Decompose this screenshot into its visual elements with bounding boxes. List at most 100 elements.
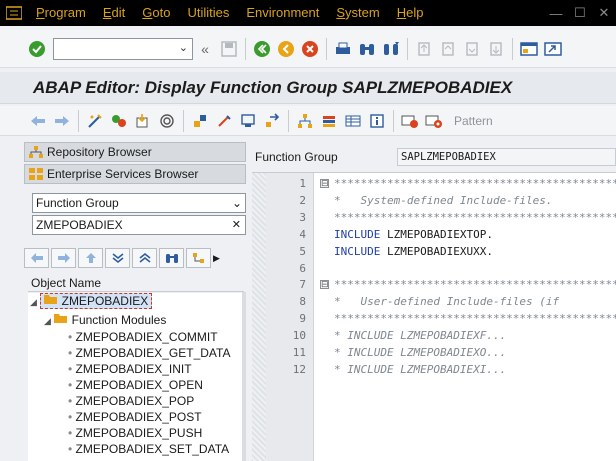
enter-icon[interactable] (26, 38, 48, 60)
list-item[interactable]: • ZMEPOBADIEX_COMMIT (68, 329, 218, 345)
menu-goto[interactable]: Goto (134, 0, 179, 26)
forward-arrow-icon[interactable] (51, 110, 73, 132)
code-editor[interactable]: 1 ⊟ **************************************… (252, 172, 616, 461)
editor-pane: Function Group SAPLZMEPOBADIEX 1 ⊟ *******… (252, 146, 616, 461)
toolbar-separator (393, 109, 394, 132)
hierarchy-icon[interactable] (294, 110, 316, 132)
function-module-label: ZMEPOBADIEX_POST (75, 410, 202, 424)
toolbar-separator (326, 37, 327, 60)
pretty-printer-icon[interactable] (213, 110, 235, 132)
check-icon[interactable] (132, 110, 154, 132)
hierarchy-button[interactable] (186, 248, 211, 268)
line-number: 9 (299, 312, 306, 326)
menu-system[interactable]: System (328, 0, 388, 26)
sap-menu-icon[interactable] (0, 0, 28, 26)
save-icon[interactable] (218, 38, 240, 60)
list-item[interactable]: • ZMEPOBADIEX_SET_DATA (68, 441, 229, 457)
close-window-button[interactable]: ✕ (592, 0, 616, 26)
display-change-icon[interactable] (84, 110, 106, 132)
external-breakpoint-icon[interactable] (423, 110, 445, 132)
list-item[interactable]: • ZMEPOBADIEX_POST (68, 409, 202, 425)
code-line[interactable]: ****************************************… (334, 175, 616, 192)
table-icon[interactable] (342, 110, 364, 132)
menu-environment[interactable]: Environment (238, 0, 328, 26)
menu-program[interactable]: Program (28, 0, 95, 26)
code-line[interactable]: INCLUDE LZMEPOBADIEXUXX. (334, 243, 493, 260)
object-name-input[interactable]: ZMEPOBADIEX ✕ (32, 215, 246, 235)
clear-icon[interactable]: ✕ (232, 216, 241, 234)
enterprise-services-browser-button[interactable]: Enterprise Services Browser (24, 164, 246, 184)
find-icon[interactable] (356, 38, 378, 60)
object-type-select[interactable]: Function Group ⌄ (32, 193, 246, 213)
up-one-level-button[interactable] (78, 248, 103, 268)
cancel-icon[interactable] (299, 38, 321, 60)
previous-object-button[interactable] (24, 248, 49, 268)
code-text: ****************************************… (334, 177, 616, 190)
object-list-icon[interactable] (237, 110, 259, 132)
standard-toolbar: ⌄ « (0, 30, 616, 68)
collapse-command-icon[interactable]: « (194, 38, 216, 60)
menu-utilities[interactable]: Utilities (179, 0, 238, 26)
code-line[interactable]: INCLUDE LZMEPOBADIEXTOP. (334, 226, 493, 243)
previous-page-icon[interactable] (437, 38, 459, 60)
info-icon[interactable] (366, 110, 388, 132)
next-page-icon[interactable] (461, 38, 483, 60)
list-item[interactable]: • ZMEPOBADIEX_POP (68, 393, 194, 409)
list-item[interactable]: • ZMEPOBADIEX_GET_DATA (68, 345, 230, 361)
code-line[interactable]: * INCLUDE LZMEPOBADIEXF... (334, 327, 506, 344)
toolbar-separator (512, 37, 513, 60)
next-object-button[interactable] (51, 248, 76, 268)
list-item[interactable]: • ZMEPOBADIEX_PUSH (68, 425, 202, 441)
where-used-icon[interactable] (189, 110, 211, 132)
new-session-icon[interactable] (518, 38, 540, 60)
exit-icon[interactable] (275, 38, 297, 60)
menu-edit[interactable]: Edit (95, 0, 134, 26)
expand-all-button[interactable] (105, 248, 130, 268)
first-page-icon[interactable] (413, 38, 435, 60)
code-text: * INCLUDE LZMEPOBADIEXI... (334, 362, 507, 376)
code-line[interactable]: ****************************************… (334, 209, 616, 226)
set-breakpoint-icon[interactable] (399, 110, 421, 132)
list-item[interactable]: • ZMEPOBADIEX_INIT (68, 361, 192, 377)
collapse-all-button[interactable] (132, 248, 157, 268)
list-item[interactable]: • ZMEPOBADIEX_OPEN (68, 377, 203, 393)
more-icon[interactable]: ▶ (213, 253, 220, 264)
maximize-button[interactable]: ☐ (568, 0, 592, 26)
last-page-icon[interactable] (485, 38, 507, 60)
other-object-icon[interactable] (108, 110, 130, 132)
toolbar-separator (78, 109, 79, 132)
chevron-down-icon[interactable]: ⌄ (179, 41, 188, 54)
find-next-icon[interactable] (380, 38, 402, 60)
code-line[interactable]: * User-defined Include-files (if (334, 293, 559, 310)
command-field[interactable]: ⌄ (53, 37, 193, 60)
chevron-down-icon[interactable]: ⌄ (232, 194, 242, 212)
code-line[interactable]: * INCLUDE LZMEPOBADIEXO... (334, 344, 506, 361)
back-icon[interactable] (251, 38, 273, 60)
repository-browser-button[interactable]: Repository Browser (24, 142, 246, 162)
line-number: 11 (292, 346, 306, 359)
activate-icon[interactable] (156, 110, 178, 132)
collapse-arrow-icon[interactable]: ◢ (44, 316, 51, 326)
code-line[interactable]: * System-defined Include-files. (334, 192, 553, 209)
code-line[interactable]: * INCLUDE LZMEPOBADIEXI... (334, 361, 506, 378)
minimize-button[interactable]: — (544, 0, 568, 26)
stack-icon[interactable] (318, 110, 340, 132)
tree-root-node[interactable]: ◢ ZMEPOBADIEX (30, 293, 153, 309)
fold-toggle-icon[interactable]: ⊟ (320, 179, 329, 188)
print-icon[interactable] (332, 38, 354, 60)
tree-folder-node[interactable]: ◢ Function Modules (44, 312, 166, 328)
object-tree: ◢ ZMEPOBADIEX ◢ Function Modules • ZMEPO… (28, 293, 242, 461)
fold-toggle-icon[interactable]: ⊟ (320, 280, 329, 290)
back-arrow-icon[interactable] (27, 110, 49, 132)
code-line[interactable]: ****************************************… (334, 310, 616, 327)
collapse-arrow-icon[interactable]: ◢ (30, 297, 37, 307)
navigation-icon[interactable] (261, 110, 283, 132)
shortcut-icon[interactable] (542, 38, 564, 60)
line-number: 7 (299, 278, 306, 292)
find-in-tree-button[interactable] (159, 248, 184, 268)
code-text: LZMEPOBADIEXTOP. (380, 227, 493, 241)
menu-help[interactable]: Help (389, 0, 433, 26)
code-line[interactable]: ****************************************… (334, 276, 616, 293)
pattern-button[interactable]: Pattern (454, 114, 493, 128)
splitter-bar[interactable] (242, 292, 246, 461)
